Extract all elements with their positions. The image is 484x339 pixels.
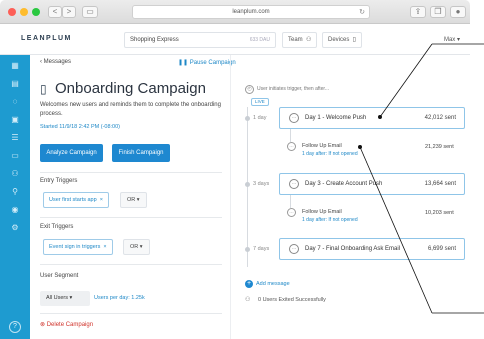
annotation-callouts [358,43,484,314]
